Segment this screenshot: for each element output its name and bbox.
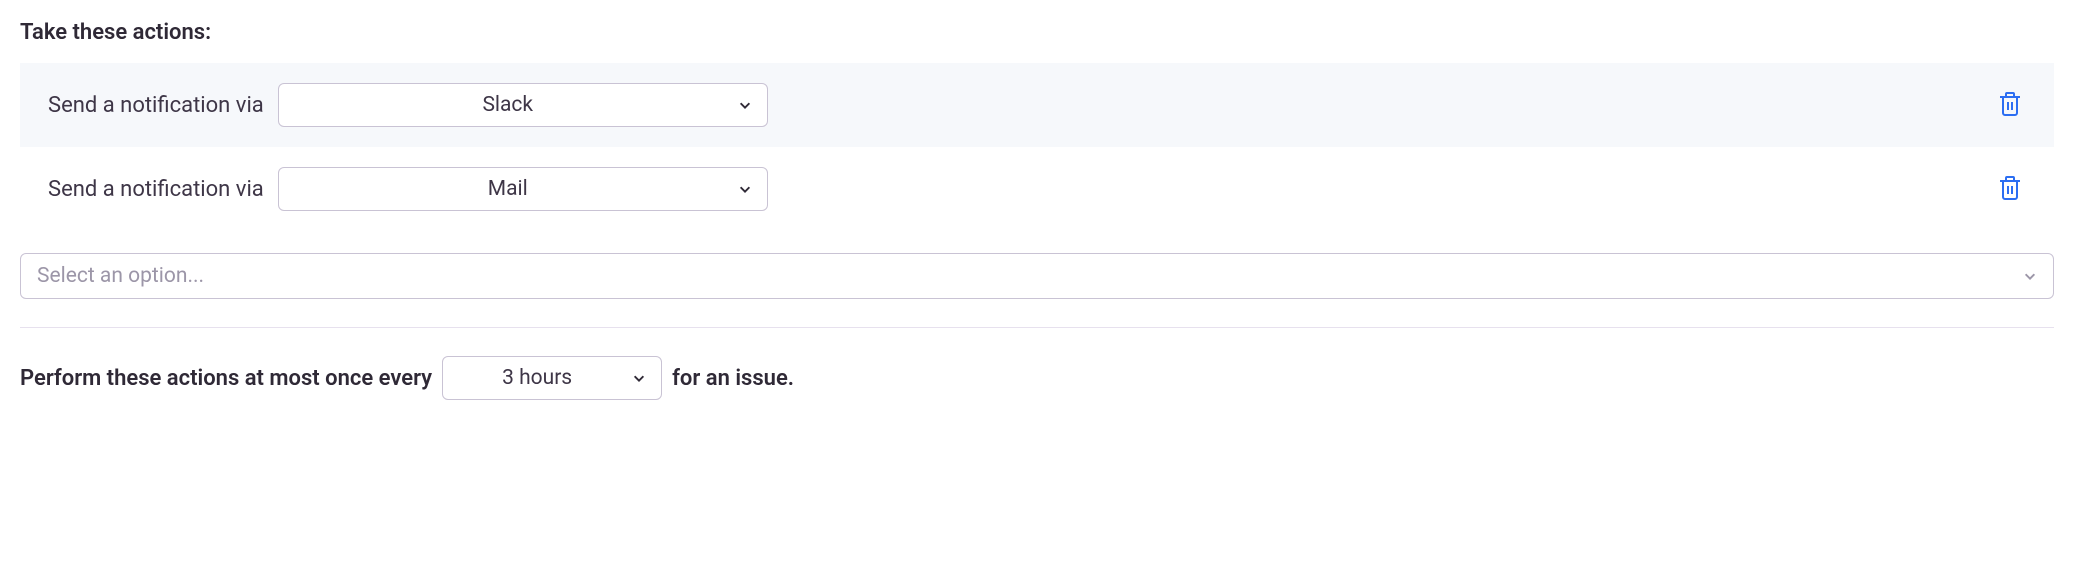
add-action-select[interactable]: Select an option... bbox=[20, 253, 2054, 299]
frequency-row: Perform these actions at most once every… bbox=[20, 356, 2054, 400]
notification-channel-select[interactable]: Mail bbox=[278, 167, 768, 211]
section-title: Take these actions: bbox=[20, 20, 2054, 45]
add-action-placeholder: Select an option... bbox=[37, 264, 204, 288]
action-label: Send a notification via bbox=[48, 93, 264, 118]
chevron-down-icon bbox=[2021, 267, 2039, 285]
delete-action-button[interactable] bbox=[1994, 171, 2026, 208]
action-label: Send a notification via bbox=[48, 177, 264, 202]
action-row: Send a notification via Slack bbox=[20, 63, 2054, 147]
frequency-select-wrap: 3 hours bbox=[442, 356, 662, 400]
trash-icon bbox=[1998, 175, 2022, 204]
divider bbox=[20, 327, 2054, 328]
frequency-select[interactable]: 3 hours bbox=[442, 356, 662, 400]
notification-channel-select-wrap: Mail bbox=[278, 167, 768, 211]
add-action-row: Select an option... bbox=[20, 253, 2054, 299]
frequency-suffix: for an issue. bbox=[672, 366, 794, 391]
trash-icon bbox=[1998, 91, 2022, 120]
frequency-prefix: Perform these actions at most once every bbox=[20, 366, 432, 391]
notification-channel-select[interactable]: Slack bbox=[278, 83, 768, 127]
notification-channel-select-wrap: Slack bbox=[278, 83, 768, 127]
action-row: Send a notification via Mail bbox=[20, 147, 2054, 231]
delete-action-button[interactable] bbox=[1994, 87, 2026, 124]
